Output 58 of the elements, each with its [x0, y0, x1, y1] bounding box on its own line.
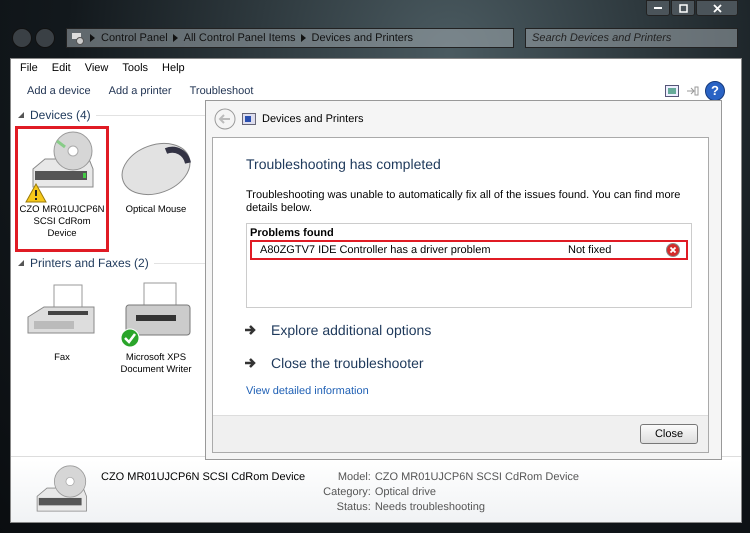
problems-title: Problems found	[250, 227, 335, 239]
option-link[interactable]: Close the troubleshooter	[243, 355, 692, 371]
dialog-title: Devices and Printers	[262, 113, 364, 125]
detail-label: Category:	[323, 486, 371, 498]
menu-item[interactable]: View	[84, 62, 108, 77]
address-bar[interactable]: Control Panel All Control Panel Items Devices and Printers	[66, 28, 514, 48]
group-header[interactable]: Printers and Faxes (2)	[30, 256, 149, 270]
device-label: Microsoft XPS Document Writer	[119, 352, 193, 376]
help-button[interactable]: ?	[705, 81, 725, 101]
detail-label: Status:	[336, 501, 371, 513]
menu-item[interactable]: File	[20, 62, 38, 77]
toolbar-button[interactable]: Add a device	[21, 85, 97, 97]
dialog-message: Troubleshooting was unable to automatically fix all of the issues found. You can find more details below.	[246, 189, 682, 215]
chevron-icon	[90, 34, 96, 42]
device-tile[interactable]: Optical Mouse	[109, 126, 203, 252]
maximize-icon	[678, 4, 688, 12]
problem-row[interactable]: A80ZGTV7 IDE Controller has a driver problem Not fixed	[250, 240, 688, 260]
device-label: Fax	[54, 352, 70, 364]
group-header[interactable]: Devices (4)	[30, 108, 91, 122]
minimize-button[interactable]	[646, 0, 670, 16]
expand-arrow-icon[interactable]	[18, 112, 25, 118]
arrow-icon	[243, 356, 257, 370]
breadcrumb-item[interactable]: Devices and Printers	[312, 32, 414, 44]
menu-item[interactable]: Edit	[52, 62, 71, 77]
expand-arrow-icon[interactable]	[18, 260, 25, 266]
arrow-icon	[243, 323, 257, 337]
device-tile[interactable]: Microsoft XPS Document Writer	[109, 274, 203, 400]
detail-value: Optical drive	[374, 486, 437, 498]
dialog-heading: Troubleshooting has completed	[246, 156, 442, 172]
breadcrumb-item[interactable]: All Control Panel Items	[184, 32, 296, 44]
details-link[interactable]: View detailed information	[246, 385, 369, 397]
close-button[interactable]	[696, 0, 738, 16]
preview-pane-icon[interactable]	[665, 85, 679, 97]
maximize-button[interactable]	[671, 0, 695, 16]
detail-label: Model:	[336, 471, 371, 483]
device-label: CZO MR01UJCP6N SCSI CdRom Device	[18, 204, 106, 240]
breadcrumb-item[interactable]: Control Panel	[101, 32, 168, 44]
option-link[interactable]: Explore additional options	[243, 322, 692, 338]
menu-item[interactable]: Help	[162, 62, 185, 77]
back-button[interactable]	[214, 108, 236, 130]
search-field[interactable]: Search Devices and Printers	[525, 28, 738, 48]
devices-icon	[242, 113, 256, 125]
close-button[interactable]: Close	[640, 424, 698, 444]
devices-icon	[71, 31, 85, 45]
close-icon	[712, 4, 722, 12]
chevron-icon	[172, 34, 179, 42]
toolbar-button[interactable]: Troubleshoot	[184, 85, 260, 97]
menu-item[interactable]: Tools	[122, 62, 148, 77]
minimize-icon	[654, 7, 662, 9]
detail-value: Needs troubleshooting	[374, 501, 486, 513]
toolbar-button[interactable]: Add a printer	[102, 85, 178, 97]
chevron-icon	[300, 34, 307, 42]
device-label: Optical Mouse	[126, 204, 186, 216]
detail-value: CZO MR01UJCP6N SCSI CdRom Device	[374, 471, 580, 483]
device-tile[interactable]: Fax	[15, 274, 109, 400]
device-tile[interactable]: CZO MR01UJCP6N SCSI CdRom Device	[15, 126, 109, 252]
device-name: CZO MR01UJCP6N SCSI CdRom Device	[101, 471, 306, 483]
view-icon[interactable]	[685, 85, 699, 97]
